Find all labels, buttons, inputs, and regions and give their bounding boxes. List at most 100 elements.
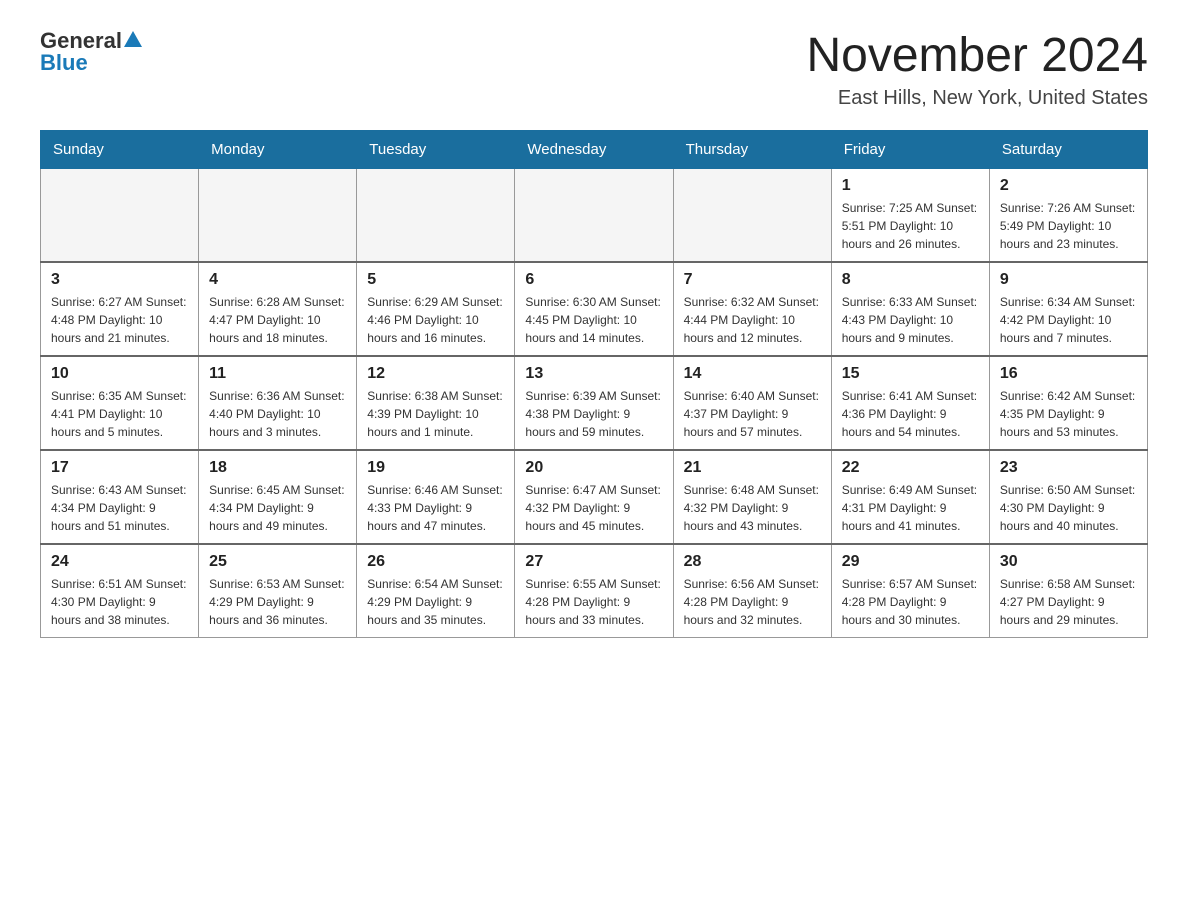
day-number: 6 xyxy=(525,271,662,289)
calendar-cell: 30 Sunrise: 6:58 AM Sunset: 4:27 PM Dayli… xyxy=(989,544,1147,638)
calendar-cell: 18Sunrise: 6:45 AM Sunset: 4:34 PM Dayli… xyxy=(199,450,357,544)
calendar-cell xyxy=(41,168,199,262)
day-info: Sunrise: 6:53 AM Sunset: 4:29 PM Dayligh… xyxy=(209,575,346,629)
calendar-cell: 15 Sunrise: 6:41 AM Sunset: 4:36 PM Dayli… xyxy=(831,356,989,450)
day-number: 25 xyxy=(209,553,346,571)
weekday-header-monday: Monday xyxy=(199,130,357,168)
day-number: 21 xyxy=(684,459,821,477)
day-number: 27 xyxy=(525,553,662,571)
calendar-cell: 9 Sunrise: 6:34 AM Sunset: 4:42 PM Daylig… xyxy=(989,262,1147,356)
day-info: Sunrise: 6:41 AM Sunset: 4:36 PM Dayligh… xyxy=(842,387,979,441)
day-info: Sunrise: 6:27 AM Sunset: 4:48 PM Dayligh… xyxy=(51,293,188,347)
day-info: Sunrise: 6:32 AM Sunset: 4:44 PM Dayligh… xyxy=(684,293,821,347)
day-number: 28 xyxy=(684,553,821,571)
day-info: Sunrise: 6:38 AM Sunset: 4:39 PM Dayligh… xyxy=(367,387,504,441)
calendar-week-4: 17 Sunrise: 6:43 AM Sunset: 4:34 PM Dayli… xyxy=(41,450,1148,544)
day-info: Sunrise: 6:47 AM Sunset: 4:32 PM Dayligh… xyxy=(525,481,662,535)
day-number: 30 xyxy=(1000,553,1137,571)
calendar-cell: 11 Sunrise: 6:36 AM Sunset: 4:40 PM Dayli… xyxy=(199,356,357,450)
day-number: 7 xyxy=(684,271,821,289)
day-number: 29 xyxy=(842,553,979,571)
day-number: 24 xyxy=(51,553,188,571)
calendar-subtitle: East Hills, New York, United States xyxy=(806,87,1148,110)
day-info: Sunrise: 6:43 AM Sunset: 4:34 PM Dayligh… xyxy=(51,481,188,535)
calendar-cell: 23 Sunrise: 6:50 AM Sunset: 4:30 PM Dayli… xyxy=(989,450,1147,544)
day-number: 12 xyxy=(367,365,504,383)
page-header: General Blue November 2024 East Hills, N… xyxy=(40,30,1148,110)
calendar-week-2: 3 Sunrise: 6:27 AM Sunset: 4:48 PM Daylig… xyxy=(41,262,1148,356)
day-number: 23 xyxy=(1000,459,1137,477)
calendar-cell: 1Sunrise: 7:25 AM Sunset: 5:51 PM Daylig… xyxy=(831,168,989,262)
calendar-body: 1Sunrise: 7:25 AM Sunset: 5:51 PM Daylig… xyxy=(41,168,1148,637)
calendar-cell: 28 Sunrise: 6:56 AM Sunset: 4:28 PM Dayli… xyxy=(673,544,831,638)
day-info: Sunrise: 6:29 AM Sunset: 4:46 PM Dayligh… xyxy=(367,293,504,347)
logo-general-text: General xyxy=(40,30,122,52)
calendar-cell: 29 Sunrise: 6:57 AM Sunset: 4:28 PM Dayli… xyxy=(831,544,989,638)
calendar-cell: 19 Sunrise: 6:46 AM Sunset: 4:33 PM Dayli… xyxy=(357,450,515,544)
weekday-row: SundayMondayTuesdayWednesdayThursdayFrid… xyxy=(41,130,1148,168)
calendar-cell xyxy=(515,168,673,262)
calendar-cell: 6Sunrise: 6:30 AM Sunset: 4:45 PM Daylig… xyxy=(515,262,673,356)
calendar-cell: 4 Sunrise: 6:28 AM Sunset: 4:47 PM Daylig… xyxy=(199,262,357,356)
calendar-table: SundayMondayTuesdayWednesdayThursdayFrid… xyxy=(40,130,1148,638)
day-info: Sunrise: 6:33 AM Sunset: 4:43 PM Dayligh… xyxy=(842,293,979,347)
day-number: 9 xyxy=(1000,271,1137,289)
day-info: Sunrise: 6:58 AM Sunset: 4:27 PM Dayligh… xyxy=(1000,575,1137,629)
day-info: Sunrise: 6:55 AM Sunset: 4:28 PM Dayligh… xyxy=(525,575,662,629)
calendar-cell xyxy=(199,168,357,262)
weekday-header-saturday: Saturday xyxy=(989,130,1147,168)
day-number: 22 xyxy=(842,459,979,477)
day-number: 19 xyxy=(367,459,504,477)
day-number: 20 xyxy=(525,459,662,477)
day-info: Sunrise: 6:56 AM Sunset: 4:28 PM Dayligh… xyxy=(684,575,821,629)
weekday-header-friday: Friday xyxy=(831,130,989,168)
day-number: 5 xyxy=(367,271,504,289)
calendar-cell: 21 Sunrise: 6:48 AM Sunset: 4:32 PM Dayli… xyxy=(673,450,831,544)
calendar-cell: 20 Sunrise: 6:47 AM Sunset: 4:32 PM Dayli… xyxy=(515,450,673,544)
day-info: Sunrise: 6:57 AM Sunset: 4:28 PM Dayligh… xyxy=(842,575,979,629)
day-number: 26 xyxy=(367,553,504,571)
day-info: Sunrise: 6:28 AM Sunset: 4:47 PM Dayligh… xyxy=(209,293,346,347)
day-number: 17 xyxy=(51,459,188,477)
title-area: November 2024 East Hills, New York, Unit… xyxy=(806,30,1148,110)
calendar-cell: 27 Sunrise: 6:55 AM Sunset: 4:28 PM Dayli… xyxy=(515,544,673,638)
weekday-header-sunday: Sunday xyxy=(41,130,199,168)
calendar-cell: 10Sunrise: 6:35 AM Sunset: 4:41 PM Dayli… xyxy=(41,356,199,450)
day-info: Sunrise: 6:39 AM Sunset: 4:38 PM Dayligh… xyxy=(525,387,662,441)
day-info: Sunrise: 6:46 AM Sunset: 4:33 PM Dayligh… xyxy=(367,481,504,535)
calendar-cell xyxy=(357,168,515,262)
calendar-week-1: 1Sunrise: 7:25 AM Sunset: 5:51 PM Daylig… xyxy=(41,168,1148,262)
day-number: 11 xyxy=(209,365,346,383)
day-info: Sunrise: 6:50 AM Sunset: 4:30 PM Dayligh… xyxy=(1000,481,1137,535)
day-number: 15 xyxy=(842,365,979,383)
logo-blue-text: Blue xyxy=(40,52,88,74)
calendar-cell: 14Sunrise: 6:40 AM Sunset: 4:37 PM Dayli… xyxy=(673,356,831,450)
calendar-cell: 22 Sunrise: 6:49 AM Sunset: 4:31 PM Dayli… xyxy=(831,450,989,544)
day-number: 3 xyxy=(51,271,188,289)
day-info: Sunrise: 6:49 AM Sunset: 4:31 PM Dayligh… xyxy=(842,481,979,535)
day-info: Sunrise: 6:54 AM Sunset: 4:29 PM Dayligh… xyxy=(367,575,504,629)
day-info: Sunrise: 6:35 AM Sunset: 4:41 PM Dayligh… xyxy=(51,387,188,441)
calendar-cell: 16Sunrise: 6:42 AM Sunset: 4:35 PM Dayli… xyxy=(989,356,1147,450)
calendar-cell: 24 Sunrise: 6:51 AM Sunset: 4:30 PM Dayli… xyxy=(41,544,199,638)
calendar-cell: 7 Sunrise: 6:32 AM Sunset: 4:44 PM Daylig… xyxy=(673,262,831,356)
calendar-header: SundayMondayTuesdayWednesdayThursdayFrid… xyxy=(41,130,1148,168)
weekday-header-thursday: Thursday xyxy=(673,130,831,168)
calendar-cell: 26 Sunrise: 6:54 AM Sunset: 4:29 PM Dayli… xyxy=(357,544,515,638)
calendar-cell: 3 Sunrise: 6:27 AM Sunset: 4:48 PM Daylig… xyxy=(41,262,199,356)
weekday-header-tuesday: Tuesday xyxy=(357,130,515,168)
calendar-cell: 5 Sunrise: 6:29 AM Sunset: 4:46 PM Daylig… xyxy=(357,262,515,356)
calendar-cell: 12 Sunrise: 6:38 AM Sunset: 4:39 PM Dayli… xyxy=(357,356,515,450)
day-number: 16 xyxy=(1000,365,1137,383)
day-info: Sunrise: 6:34 AM Sunset: 4:42 PM Dayligh… xyxy=(1000,293,1137,347)
day-number: 14 xyxy=(684,365,821,383)
day-info: Sunrise: 6:36 AM Sunset: 4:40 PM Dayligh… xyxy=(209,387,346,441)
day-number: 4 xyxy=(209,271,346,289)
day-info: Sunrise: 6:48 AM Sunset: 4:32 PM Dayligh… xyxy=(684,481,821,535)
day-number: 8 xyxy=(842,271,979,289)
logo-triangle-icon xyxy=(124,31,142,47)
calendar-cell: 13Sunrise: 6:39 AM Sunset: 4:38 PM Dayli… xyxy=(515,356,673,450)
day-info: Sunrise: 6:51 AM Sunset: 4:30 PM Dayligh… xyxy=(51,575,188,629)
day-number: 18 xyxy=(209,459,346,477)
day-info: Sunrise: 7:26 AM Sunset: 5:49 PM Dayligh… xyxy=(1000,199,1137,253)
